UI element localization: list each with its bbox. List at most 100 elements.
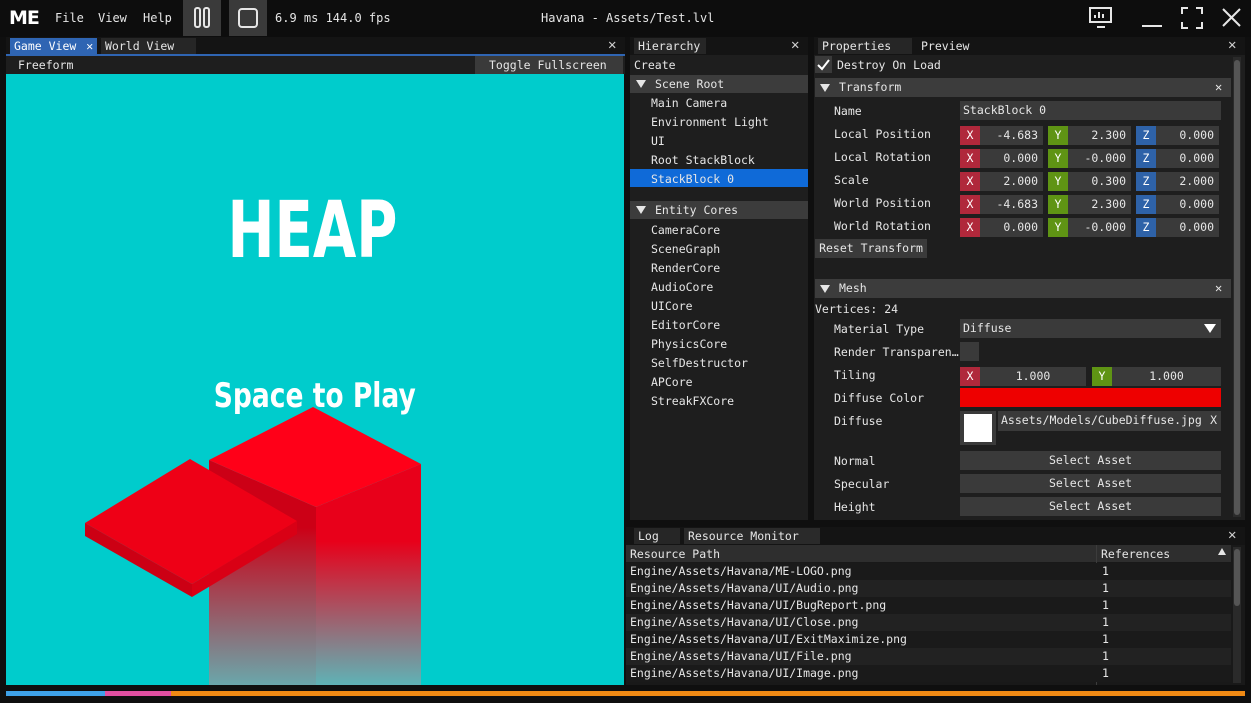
close-icon[interactable]: ✕ [1215,80,1222,94]
mesh-header[interactable]: Mesh ✕ [815,279,1231,298]
column-header-path[interactable]: Resource Path [630,547,720,561]
toggle-fullscreen-button[interactable]: Toggle Fullscreen [475,56,623,74]
z-value-input[interactable]: 2.000 [1156,172,1219,191]
mode-label[interactable]: Freeform [18,58,73,72]
destroy-on-load-checkbox[interactable] [815,56,832,73]
y-value-input[interactable]: -0.000 [1068,149,1131,168]
tiling-y-input[interactable]: 1.000 [1112,367,1221,386]
y-value-input[interactable]: -0.000 [1068,218,1131,237]
x-value-input[interactable]: -4.683 [980,195,1043,214]
menu-view[interactable]: View [98,11,127,25]
table-row[interactable]: Engine/Assets/Havana/UI/Close.png 1 [626,614,1231,631]
close-icon[interactable]: ✕ [86,39,93,53]
z-axis-tag: Z [1136,149,1156,168]
table-row[interactable]: Engine/Assets/Havana/ME-LOGO.png 1 [626,563,1231,580]
chevron-down-icon [1204,324,1216,333]
diffuse-label: Diffuse [834,414,883,428]
tree-item-core[interactable]: APCore [651,375,693,389]
z-value-input[interactable]: 0.000 [1156,149,1219,168]
tree-item-core[interactable]: StreakFXCore [651,394,734,408]
reference-count: 1 [1102,615,1109,629]
maximize-icon[interactable] [1180,6,1204,30]
tree-item-core[interactable]: PhysicsCore [651,337,727,351]
reset-transform-button[interactable]: Reset Transform [815,239,927,258]
z-value-input[interactable]: 0.000 [1156,126,1219,145]
tree-item-core[interactable]: RenderCore [651,261,720,275]
progress-segment-pink [105,691,171,696]
render-transparent-checkbox[interactable] [960,342,979,361]
column-header-references[interactable]: References [1101,547,1170,561]
table-row[interactable]: Engine/Assets/Havana/UI/BugReport.png 1 [626,597,1231,614]
resource-path: Engine/Assets/Havana/UI/BugReport.png [630,598,887,612]
monitor-icon[interactable] [1088,6,1114,30]
game-view-tabbar [6,37,625,55]
minimize-icon[interactable] [1140,6,1164,30]
tree-item-root-stackblock[interactable]: Root StackBlock [651,153,755,167]
create-menu[interactable]: Create [634,58,676,72]
tab-log[interactable]: Log [634,528,680,544]
normal-select-asset-button[interactable]: Select Asset [960,451,1221,470]
specular-label: Specular [834,477,890,491]
diffuse-color-swatch[interactable] [960,388,1221,407]
diffuse-path-field[interactable]: Assets/Models/CubeDiffuse.jpg X [998,411,1221,431]
close-icon[interactable]: ✕ [1215,281,1222,295]
diffuse-texture-thumb[interactable] [960,411,996,445]
y-axis-tag: Y [1048,218,1068,237]
tab-hierarchy[interactable]: Hierarchy [634,38,706,54]
game-viewport[interactable]: HEAP Space to Play [6,74,624,685]
z-value-input[interactable]: 0.000 [1156,195,1219,214]
scene-root-header[interactable]: Scene Root [630,75,808,93]
x-value-input[interactable]: -4.683 [980,126,1043,145]
x-axis-tag: X [960,195,980,214]
tree-item-core[interactable]: AudioCore [651,280,713,294]
tree-item-stackblock-0[interactable]: StackBlock 0 [651,172,734,186]
header-label: Mesh [839,281,867,295]
y-value-input[interactable]: 2.300 [1068,195,1131,214]
tab-properties[interactable]: Properties [818,38,912,54]
stop-button[interactable] [229,0,267,36]
table-row[interactable]: Engine/Assets/Havana/UI/ExitMaximize.png… [626,631,1231,648]
close-window-icon[interactable] [1220,6,1244,30]
table-row[interactable]: Engine/Assets/Havana/UI/File.png 1 [626,648,1231,665]
tree-item-core[interactable]: CameraCore [651,223,720,237]
y-value-input[interactable]: 2.300 [1068,126,1131,145]
close-panel-icon[interactable]: ✕ [1228,528,1236,542]
table-row[interactable]: Engine/Assets/Havana/UI/Image.png 1 [626,665,1231,682]
clear-texture-button[interactable]: X [1210,411,1217,430]
tree-item-core[interactable]: SelfDestructor [651,356,748,370]
menu-help[interactable]: Help [143,11,172,25]
tree-item-main-camera[interactable]: Main Camera [651,96,727,110]
tab-resource-monitor[interactable]: Resource Monitor [684,528,820,544]
entity-cores-header[interactable]: Entity Cores [630,201,808,219]
tiling-x-input[interactable]: 1.000 [980,367,1086,386]
tab-game-view[interactable]: Game View ✕ [10,38,98,54]
scrollbar-thumb[interactable] [1234,549,1240,606]
sort-ascending-icon[interactable] [1218,548,1226,556]
x-value-input[interactable]: 0.000 [980,218,1043,237]
x-value-input[interactable]: 2.000 [980,172,1043,191]
name-input[interactable]: StackBlock 0 [960,101,1221,120]
tree-item-environment-light[interactable]: Environment Light [651,115,769,129]
menu-file[interactable]: File [55,11,84,25]
tree-item-ui[interactable]: UI [651,134,665,148]
close-panel-icon[interactable]: ✕ [608,38,616,52]
specular-select-asset-button[interactable]: Select Asset [960,474,1221,493]
scrollbar-thumb[interactable] [1234,60,1240,515]
x-value-input[interactable]: 0.000 [980,149,1043,168]
z-value-input[interactable]: 0.000 [1156,218,1219,237]
pause-button[interactable] [183,0,221,36]
tree-item-core[interactable]: SceneGraph [651,242,720,256]
close-panel-icon[interactable]: ✕ [1228,38,1236,52]
render-transparent-label: Render Transparen… [834,345,959,359]
height-select-asset-button[interactable]: Select Asset [960,497,1221,516]
transform-header[interactable]: Transform ✕ [815,78,1231,97]
tab-world-view[interactable]: World View [101,38,196,54]
material-type-select[interactable]: Diffuse [960,319,1221,338]
table-row[interactable]: Engine/Assets/Havana/UI/Audio.png 1 [626,580,1231,597]
tab-preview[interactable]: Preview [917,38,977,54]
close-panel-icon[interactable]: ✕ [791,38,799,52]
tiling-label: Tiling [834,368,876,382]
y-value-input[interactable]: 0.300 [1068,172,1131,191]
tree-item-core[interactable]: UICore [651,299,693,313]
tree-item-core[interactable]: EditorCore [651,318,720,332]
